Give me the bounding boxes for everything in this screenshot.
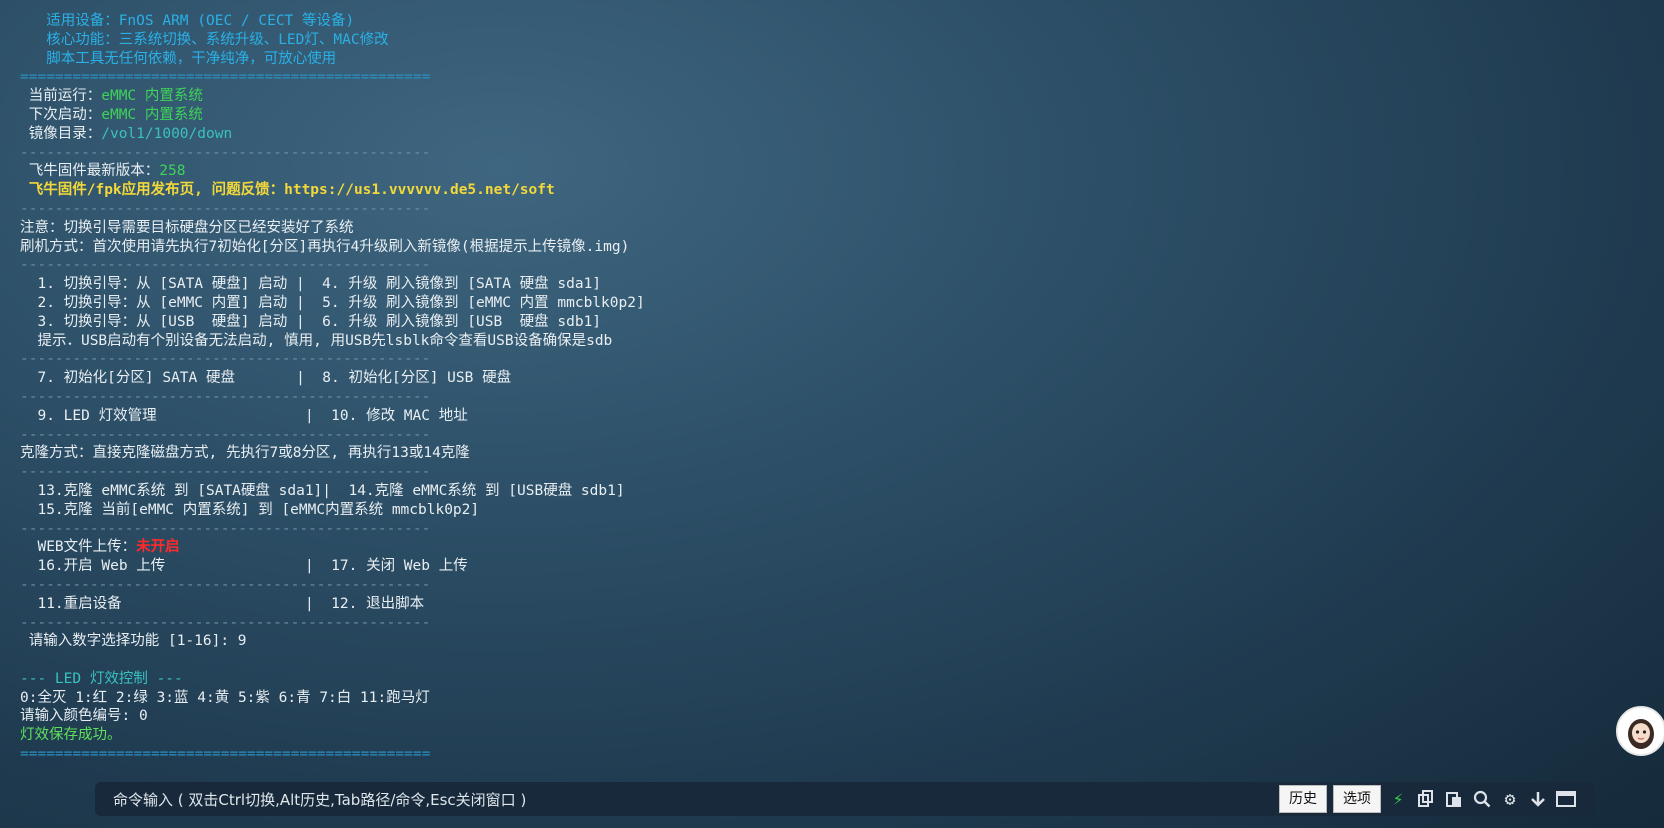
command-input-bar[interactable]: 命令输入 ( 双击Ctrl切换,Alt历史,Tab路径/命令,Esc关闭窗口 )…: [95, 782, 1595, 816]
terminal-line: 15.克隆 当前[eMMC 内置系统] 到 [eMMC内置系统 mmcblk0p…: [20, 501, 1520, 520]
terminal-text: ----------------------------------------…: [20, 426, 431, 443]
terminal-text: 11.重启设备 | 12. 退出脚本: [20, 595, 425, 612]
terminal-text: 适用设备：FnOS ARM (OEC / CECT 等设备): [20, 13, 355, 29]
terminal-line: 镜像目录：/vol1/1000/down: [20, 125, 1520, 144]
terminal-line: --- LED 灯效控制 ---: [20, 670, 1520, 689]
terminal-line: 核心功能：三系统切换、系统升级、LED灯、MAC修改: [20, 31, 1520, 50]
terminal-line: ----------------------------------------…: [20, 576, 1520, 595]
terminal-text: 7. 初始化[分区] SATA 硬盘 | 8. 初始化[分区] USB 硬盘: [20, 370, 512, 387]
avatar[interactable]: [1616, 706, 1664, 756]
terminal-line: 11.重启设备 | 12. 退出脚本: [20, 595, 1520, 614]
terminal-text: ========================================…: [20, 69, 431, 86]
command-bar-actions: 历史 选项 ⚡ ⚙: [1279, 785, 1577, 813]
download-icon[interactable]: [1527, 788, 1549, 810]
terminal-line: 3. 切换引导：从 [USB 硬盘] 启动 | 6. 升级 刷入镜像到 [USB…: [20, 313, 1520, 332]
terminal-line: ----------------------------------------…: [20, 256, 1520, 275]
terminal-text: 2. 切换引导：从 [eMMC 内置] 启动 | 5. 升级 刷入镜像到 [eM…: [20, 294, 645, 311]
terminal-line: 飞牛固件/fpk应用发布页, 问题反馈：https://us1.vvvvvv.d…: [20, 181, 1520, 200]
terminal-line: ========================================…: [20, 68, 1520, 87]
terminal-text: eMMC 内置系统: [101, 106, 203, 123]
terminal-line: 当前运行：eMMC 内置系统: [20, 87, 1520, 106]
terminal-line: ----------------------------------------…: [20, 200, 1520, 219]
terminal-line: ----------------------------------------…: [20, 463, 1520, 482]
terminal-line: ----------------------------------------…: [20, 520, 1520, 539]
terminal-text: 灯效保存成功。: [20, 727, 122, 744]
terminal-line: WEB文件上传：未开启: [20, 538, 1520, 557]
terminal-line: 请输入数字选择功能 [1-16]: 9: [20, 632, 1520, 651]
terminal-text: 0:全灭 1:红 2:绿 3:蓝 4:黄 5:紫 6:青 7:白 11:跑马灯: [20, 689, 430, 706]
terminal-line: 13.克隆 eMMC系统 到 [SATA硬盘 sda1]| 14.克隆 eMMC…: [20, 482, 1520, 501]
copy-icon[interactable]: [1415, 788, 1437, 810]
terminal-line: ----------------------------------------…: [20, 350, 1520, 369]
terminal-text: 请输入数字选择功能 [1-16]: 9: [20, 633, 247, 650]
terminal-text: --- LED 灯效控制 ---: [20, 670, 183, 687]
terminal-line: ----------------------------------------…: [20, 388, 1520, 407]
search-icon[interactable]: [1471, 788, 1493, 810]
terminal-text: 飞牛固件/fpk应用发布页, 问题反馈：https://us1.vvvvvv.d…: [20, 182, 555, 199]
terminal-line: 脚本工具无任何依赖，干净纯净，可放心使用: [20, 50, 1520, 69]
terminal-output: 适用设备：FnOS ARM (OEC / CECT 等设备) 核心功能：三系统切…: [20, 12, 1520, 764]
terminal-text: 镜像目录：: [20, 125, 102, 142]
terminal-text: ----------------------------------------…: [20, 257, 431, 274]
terminal-text: 未开启: [136, 539, 180, 556]
terminal-text: 15.克隆 当前[eMMC 内置系统] 到 [eMMC内置系统 mmcblk0p…: [20, 501, 480, 518]
terminal-text: 脚本工具无任何依赖，干净纯净，可放心使用: [20, 50, 337, 67]
terminal-text: 飞牛固件最新版本：: [20, 163, 160, 180]
terminal-text: 1. 切换引导：从 [SATA 硬盘] 启动 | 4. 升级 刷入镜像到 [SA…: [20, 276, 602, 293]
terminal-text: ----------------------------------------…: [20, 351, 431, 368]
terminal-text: ========================================…: [20, 746, 431, 763]
terminal-line: 飞牛固件最新版本：258: [20, 162, 1520, 181]
options-button[interactable]: 选项: [1333, 785, 1381, 813]
terminal-text: 提示．USB启动有个别设备无法启动, 慎用, 用USB先lsblk命令查看USB…: [20, 332, 613, 349]
terminal-line: 克隆方式：直接克隆磁盘方式, 先执行7或8分区, 再执行13或14克隆: [20, 444, 1520, 463]
terminal-line: 提示．USB启动有个别设备无法启动, 慎用, 用USB先lsblk命令查看USB…: [20, 332, 1520, 351]
paste-icon[interactable]: [1443, 788, 1465, 810]
bolt-icon[interactable]: ⚡: [1387, 788, 1409, 810]
terminal-line: 适用设备：FnOS ARM (OEC / CECT 等设备): [20, 12, 1520, 31]
terminal-text: ----------------------------------------…: [20, 520, 431, 537]
terminal-line: 16.开启 Web 上传 | 17. 关闭 Web 上传: [20, 557, 1520, 576]
gear-icon[interactable]: ⚙: [1499, 788, 1521, 810]
terminal-text: /vol1/1000/down: [101, 125, 233, 142]
terminal-text: ----------------------------------------…: [20, 388, 431, 405]
terminal-line: 请输入颜色编号: 0: [20, 707, 1520, 726]
terminal-line: 下次启动：eMMC 内置系统: [20, 106, 1520, 125]
terminal-text: ----------------------------------------…: [20, 200, 431, 217]
terminal-text: ----------------------------------------…: [20, 576, 431, 593]
terminal-text: ----------------------------------------…: [20, 614, 431, 631]
terminal-text: 注意：切换引导需要目标硬盘分区已经安装好了系统: [20, 219, 354, 236]
terminal-text: 当前运行：: [20, 88, 102, 105]
terminal-line: ========================================…: [20, 745, 1520, 764]
terminal-text: eMMC 内置系统: [101, 88, 203, 105]
terminal-line: 2. 切换引导：从 [eMMC 内置] 启动 | 5. 升级 刷入镜像到 [eM…: [20, 294, 1520, 313]
terminal-line: 9. LED 灯效管理 | 10. 修改 MAC 地址: [20, 407, 1520, 426]
terminal-text: 16.开启 Web 上传 | 17. 关闭 Web 上传: [20, 558, 468, 575]
terminal-line: ----------------------------------------…: [20, 144, 1520, 163]
terminal-line: ----------------------------------------…: [20, 426, 1520, 445]
terminal-line: 0:全灭 1:红 2:绿 3:蓝 4:黄 5:紫 6:青 7:白 11:跑马灯: [20, 689, 1520, 708]
terminal-text: 258: [159, 163, 186, 180]
terminal-line: 刷机方式：首次使用请先执行7初始化[分区]再执行4升级刷入新镜像(根据提示上传镜…: [20, 238, 1520, 257]
terminal-line: 1. 切换引导：从 [SATA 硬盘] 启动 | 4. 升级 刷入镜像到 [SA…: [20, 275, 1520, 294]
terminal-line: 7. 初始化[分区] SATA 硬盘 | 8. 初始化[分区] USB 硬盘: [20, 369, 1520, 388]
terminal-text: 9. LED 灯效管理 | 10. 修改 MAC 地址: [20, 407, 468, 424]
terminal-text: 核心功能：三系统切换、系统升级、LED灯、MAC修改: [20, 31, 389, 48]
history-button[interactable]: 历史: [1279, 785, 1327, 813]
terminal-text: 刷机方式：首次使用请先执行7初始化[分区]再执行4升级刷入新镜像(根据提示上传镜…: [20, 238, 630, 255]
terminal-text: 请输入颜色编号: 0: [20, 708, 148, 725]
terminal-text: ----------------------------------------…: [20, 464, 431, 481]
terminal-text: 13.克隆 eMMC系统 到 [SATA硬盘 sda1]| 14.克隆 eMMC…: [20, 482, 625, 499]
window-icon[interactable]: [1555, 788, 1577, 810]
terminal-text: 下次启动：: [20, 106, 102, 123]
terminal-text: WEB文件上传：: [20, 539, 137, 556]
terminal-text: 3. 切换引导：从 [USB 硬盘] 启动 | 6. 升级 刷入镜像到 [USB…: [20, 313, 602, 330]
terminal-line: 灯效保存成功。: [20, 726, 1520, 745]
terminal-line: ----------------------------------------…: [20, 614, 1520, 633]
terminal-text: 克隆方式：直接克隆磁盘方式, 先执行7或8分区, 再执行13或14克隆: [20, 445, 470, 462]
terminal-text: ----------------------------------------…: [20, 144, 431, 161]
command-input-label[interactable]: 命令输入 ( 双击Ctrl切换,Alt历史,Tab路径/命令,Esc关闭窗口 ): [113, 789, 526, 810]
terminal-line: 注意：切换引导需要目标硬盘分区已经安装好了系统: [20, 219, 1520, 238]
